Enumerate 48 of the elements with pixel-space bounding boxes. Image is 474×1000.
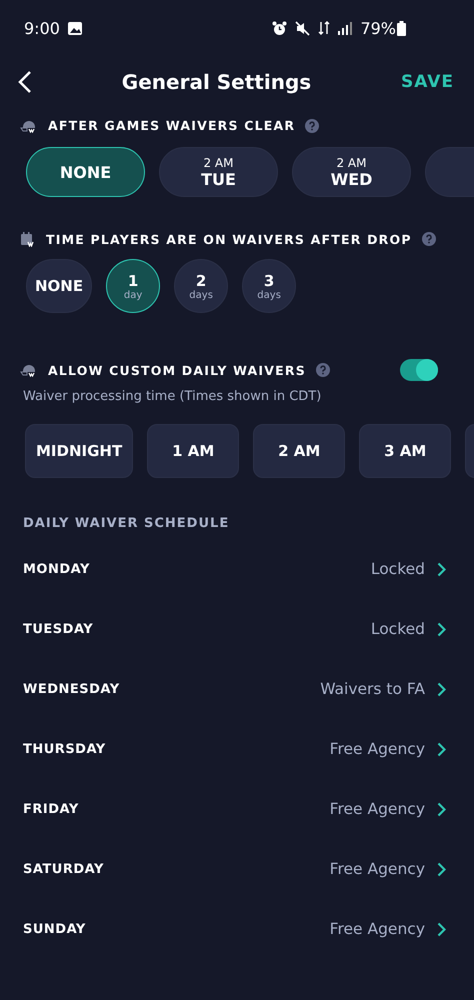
chevron-icon	[437, 922, 446, 936]
option-pill[interactable]: 2 days	[174, 259, 228, 313]
time-option[interactable]: 1 AM	[147, 424, 240, 478]
section-heading: DAILY WAIVER SCHEDULE	[22, 516, 230, 531]
data-icon	[318, 20, 330, 36]
option-pill[interactable]: NONE	[26, 147, 145, 197]
help-icon[interactable]	[422, 232, 436, 246]
schedule-row[interactable]: THURSDAY Free Agency	[0, 719, 474, 779]
time-option[interactable]: 2 AM	[253, 424, 346, 478]
battery-percent: 79%	[360, 18, 396, 38]
option-pill[interactable]: 2 AM TUE	[159, 147, 278, 197]
calendar-icon	[20, 231, 36, 247]
save-button[interactable]: SAVE	[400, 72, 454, 92]
chevron-icon	[437, 682, 446, 696]
schedule-row[interactable]: SUNDAY Free Agency	[0, 899, 474, 959]
section-label: AFTER GAMES WAIVERS CLEAR	[48, 118, 296, 133]
help-icon[interactable]	[316, 363, 330, 377]
alarm-icon	[272, 20, 288, 36]
page-title: General Settings	[120, 70, 312, 94]
chevron-icon	[437, 802, 446, 816]
section-label: ALLOW CUSTOM DAILY WAIVERS	[48, 362, 306, 378]
section-label: TIME PLAYERS ARE ON WAIVERS AFTER DROP	[46, 232, 412, 246]
help-icon[interactable]	[305, 118, 320, 132]
chevron-icon	[437, 562, 446, 576]
back-icon[interactable]	[18, 70, 32, 94]
helper-text: Waiver processing time (Times shown in CDT)	[22, 388, 322, 404]
image-icon	[68, 22, 82, 34]
chevron-icon	[437, 742, 446, 756]
toggle-switch[interactable]	[400, 359, 438, 381]
clock-time: 9:00	[24, 18, 60, 38]
schedule-row[interactable]: SATURDAY Free Agency	[0, 839, 474, 899]
time-option[interactable]: 3 AM	[359, 424, 452, 478]
option-pill[interactable]: 3 days	[242, 259, 296, 313]
schedule-row[interactable]: FRIDAY Free Agency	[0, 779, 474, 839]
option-pill[interactable]: 2 AM WED	[292, 147, 411, 197]
schedule-row[interactable]: TUESDAY Locked	[0, 599, 474, 659]
battery-icon	[397, 20, 406, 36]
chevron-icon	[437, 622, 446, 636]
option-pill[interactable]: NONE	[26, 259, 92, 313]
schedule-row[interactable]: MONDAY Locked	[0, 539, 474, 599]
helmet-icon	[20, 118, 38, 132]
helmet-icon	[20, 363, 38, 377]
schedule-row[interactable]: WEDNESDAY Waivers to FA	[0, 659, 474, 719]
time-option[interactable]: MIDNIGHT	[25, 424, 134, 478]
mute-icon	[295, 20, 310, 36]
chevron-icon	[437, 862, 446, 876]
option-pill[interactable]: 1 day	[106, 259, 160, 313]
signal-icon	[338, 22, 352, 34]
